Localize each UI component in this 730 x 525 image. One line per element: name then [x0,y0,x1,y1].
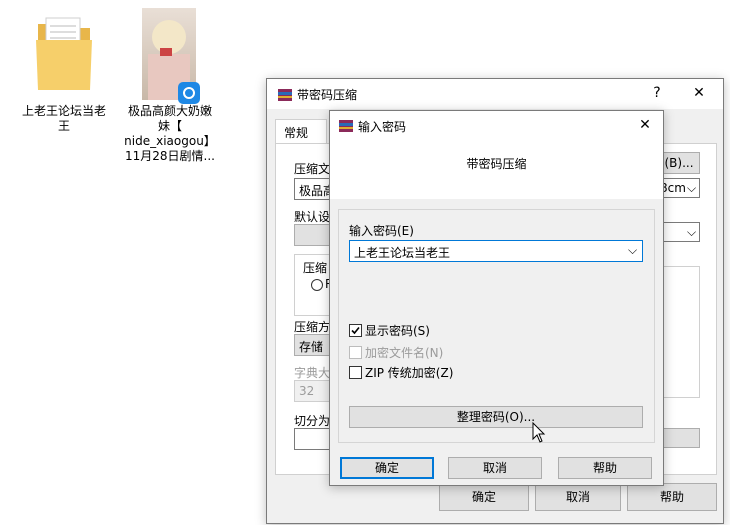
chevron-down-icon[interactable]: ⌵ [628,243,637,258]
chevron-down-icon: ⌵ [687,181,697,195]
winrar-icon [339,120,353,132]
winrar-icon [278,89,292,101]
password-label: 输入密码(E) [349,224,414,238]
desktop-icon-folder[interactable]: 上老王论坛当老 王 [18,10,110,134]
encrypt-names-label: 加密文件名(N) [365,346,444,360]
check-icon [351,326,360,335]
desktop-icon-video[interactable]: 极品高颜大奶嫩 妹【 nide_xiaogou】 11月28日剧情... [122,8,218,164]
password-input[interactable]: 上老王论坛当老王 ⌵ [349,240,643,262]
show-password-checkbox[interactable] [349,324,362,337]
browse-button[interactable]: (B)... [658,152,700,174]
format-group-label: 压缩 [303,261,328,275]
organize-passwords-button[interactable]: 整理密码(O)... [349,406,643,428]
password-help-button[interactable]: 帮助 [558,457,652,479]
format-radio[interactable] [311,279,323,291]
method-label: 压缩方 [294,320,331,334]
password-dialog: 输入密码 ✕ 带密码压缩 输入密码(E) 上老王论坛当老王 ⌵ 显示密码(S) … [329,110,664,486]
archive-ok-button[interactable]: 确定 [439,483,529,511]
video-player-badge-icon [178,82,200,104]
password-dialog-title: 输入密码 [358,120,407,134]
password-dialog-heading: 带密码压缩 [466,157,527,171]
zip-legacy-label: ZIP 传统加密(Z) [365,366,454,380]
archive-dialog-titlebar: 带密码压缩 ? ✕ [267,79,723,109]
split-label: 切分为 [294,414,331,428]
archive-name-label: 压缩文 [294,162,331,176]
mouse-cursor-icon [532,422,546,443]
zip-legacy-checkbox[interactable] [349,366,362,379]
help-icon[interactable]: ? [647,83,667,103]
tab-general[interactable]: 常规 [275,119,327,144]
desktop-icon-folder-label: 上老王论坛当老 王 [21,104,106,133]
dict-size-label: 字典大 [294,366,331,380]
close-icon[interactable]: ✕ [635,115,655,135]
close-icon[interactable]: ✕ [689,83,709,103]
show-password-label: 显示密码(S) [365,324,430,338]
method-value: 存储 [299,340,324,354]
password-group: 输入密码(E) 上老王论坛当老王 ⌵ 显示密码(S) 加密文件名(N) ZIP … [338,209,655,443]
folder-icon [36,17,92,90]
archive-help-button[interactable]: 帮助 [627,483,717,511]
dict-size-value: 32 [299,384,315,398]
archive-dialog-title: 带密码压缩 [297,88,358,102]
password-dialog-titlebar: 输入密码 ✕ [330,111,663,141]
password-ok-button[interactable]: 确定 [340,457,434,479]
default-profile-label: 默认设 [294,210,331,224]
password-value: 上老王论坛当老王 [354,246,451,260]
password-dialog-header: 带密码压缩 [330,141,663,199]
chevron-down-icon: ⌵ [687,225,697,239]
encrypt-names-checkbox [349,346,362,359]
desktop-icon-video-label: 极品高颜大奶嫩 妹【 nide_xiaogou】 11月28日剧情... [124,104,216,163]
password-cancel-button[interactable]: 取消 [448,457,542,479]
tab-general-label: 常规 [284,126,309,140]
archive-cancel-button[interactable]: 取消 [535,483,621,511]
